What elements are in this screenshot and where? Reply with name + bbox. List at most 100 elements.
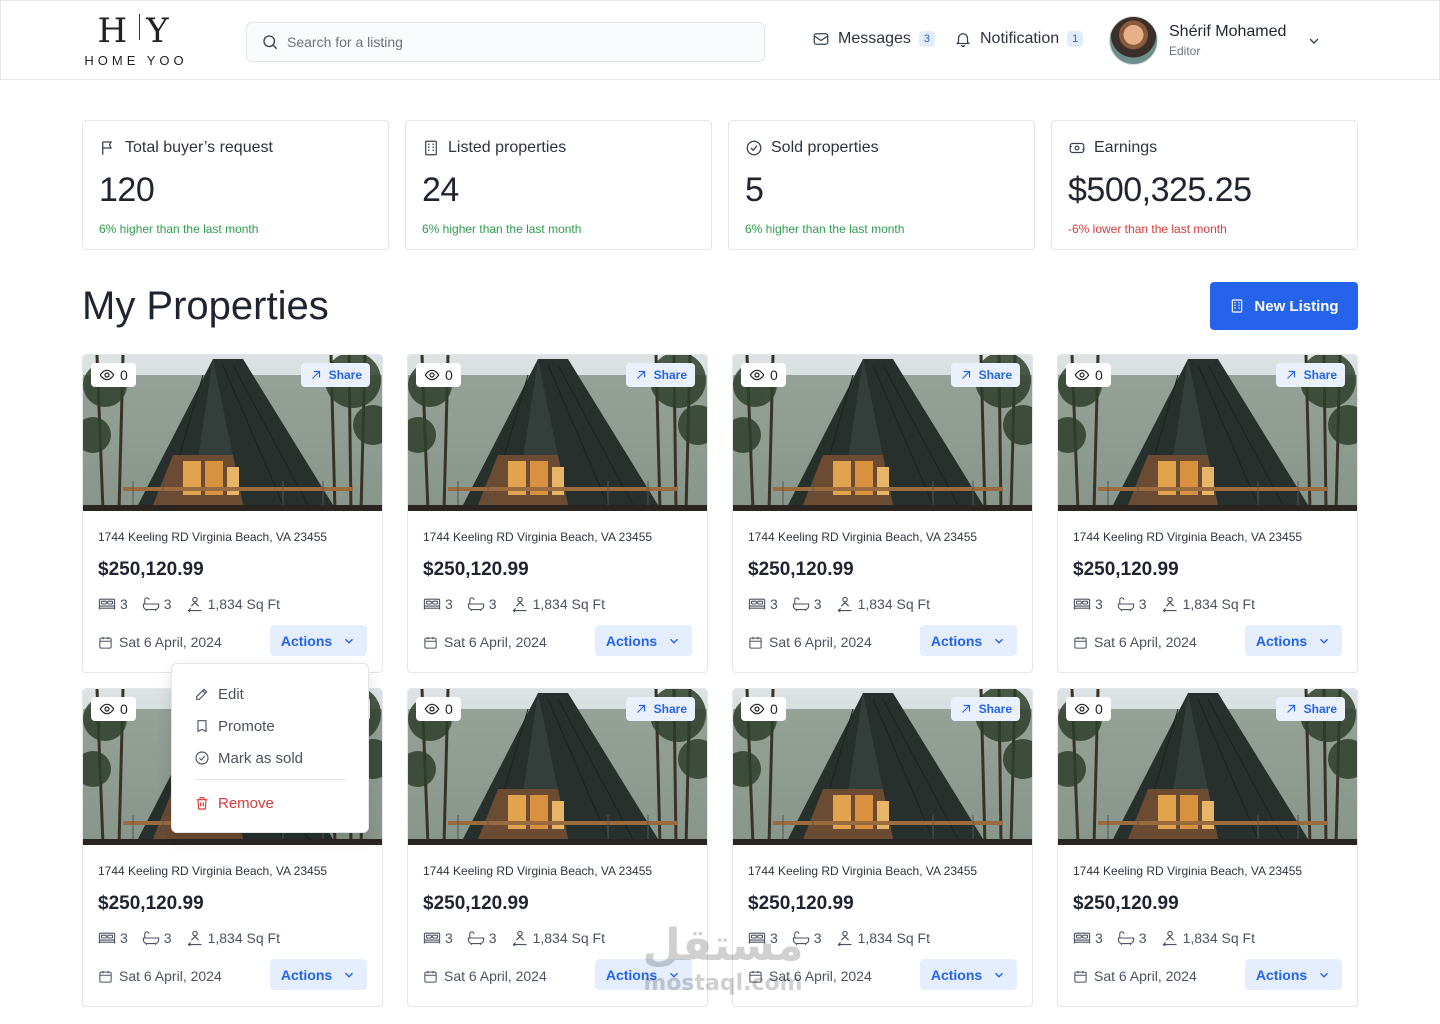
brand-logo[interactable]: HY HOME YOO	[81, 13, 191, 68]
menu-item-remove[interactable]: Remove	[194, 787, 368, 819]
area-feature: 1,834 Sq Ft	[836, 596, 930, 612]
area-size: 1,834 Sq Ft	[1182, 596, 1255, 612]
menu-item-promote[interactable]: Promote	[194, 710, 368, 742]
beds-count: 3	[1095, 930, 1103, 946]
share-label: Share	[328, 368, 362, 382]
listing-date: Sat 6 April, 2024	[1073, 968, 1197, 984]
property-card[interactable]: 0 Share 1744 Keeling RD Virginia Beach, …	[732, 354, 1033, 673]
views-count: 0	[770, 367, 778, 383]
messages-count-badge: 3	[918, 31, 935, 47]
actions-dropdown-button[interactable]: Actions	[595, 625, 692, 656]
eye-icon	[749, 703, 765, 715]
baths-count: 3	[163, 930, 172, 946]
actions-dropdown-button[interactable]: Actions	[920, 625, 1017, 656]
share-button[interactable]: Share	[1275, 697, 1345, 721]
baths-count: 3	[488, 596, 497, 612]
stat-trend-note: 6% higher than the last month	[99, 222, 259, 236]
beds-count: 3	[1095, 596, 1103, 612]
stat-card-earnings: Earnings $500,325.25 -6% lower than the …	[1051, 120, 1358, 250]
area-feature: 1,834 Sq Ft	[511, 596, 605, 612]
area-size: 1,834 Sq Ft	[207, 930, 280, 946]
share-label: Share	[978, 702, 1012, 716]
arrow-up-right-icon	[961, 704, 970, 713]
listing-date: Sat 6 April, 2024	[1073, 634, 1197, 650]
property-photo[interactable]: 0 Share	[733, 355, 1032, 511]
area-size: 1,834 Sq Ft	[857, 596, 930, 612]
menu-item-edit[interactable]: Edit	[194, 678, 368, 710]
eye-icon	[99, 703, 115, 715]
property-photo[interactable]: 0 Share	[1058, 689, 1357, 845]
area-size: 1,834 Sq Ft	[1182, 930, 1255, 946]
property-card[interactable]: 0 Share 1744 Keeling RD Virginia Beach, …	[1057, 688, 1358, 1007]
bathtub-icon	[467, 931, 484, 946]
area-ruler-icon	[1162, 596, 1177, 612]
stat-label: Earnings	[1094, 139, 1158, 156]
property-photo[interactable]: 0 Share	[1058, 355, 1357, 511]
share-button[interactable]: Share	[1275, 363, 1345, 387]
property-photo[interactable]: 0 Share	[408, 689, 707, 845]
views-count: 0	[1095, 701, 1103, 717]
views-badge: 0	[1066, 363, 1111, 387]
chevron-down-icon	[345, 638, 354, 644]
property-card[interactable]: 0 Share 1744 Keeling RD Virginia Beach, …	[1057, 354, 1358, 673]
area-feature: 1,834 Sq Ft	[1161, 596, 1255, 612]
share-button[interactable]: Share	[625, 363, 695, 387]
actions-dropdown-button[interactable]: Actions	[920, 959, 1017, 990]
user-profile-menu[interactable]: Shérif Mohamed Editor	[1109, 16, 1322, 65]
area-ruler-icon	[187, 596, 202, 612]
actions-dropdown-button[interactable]: Actions	[270, 959, 367, 990]
listing-date-text: Sat 6 April, 2024	[769, 634, 872, 650]
property-address: 1744 Keeling RD Virginia Beach, VA 23455	[423, 530, 653, 544]
property-card[interactable]: 0 Share 1744 Keeling RD Virginia Beach, …	[82, 354, 383, 673]
property-card[interactable]: 0 Share 1744 Keeling RD Virginia Beach, …	[407, 354, 708, 673]
calendar-icon	[424, 636, 437, 649]
property-photo[interactable]: 0 Share	[733, 689, 1032, 845]
chevron-down-icon	[995, 638, 1004, 644]
actions-dropdown-button[interactable]: Actions	[1245, 959, 1342, 990]
property-price: $250,120.99	[423, 559, 529, 580]
property-address: 1744 Keeling RD Virginia Beach, VA 23455	[1073, 864, 1303, 878]
arrow-up-right-icon	[1286, 370, 1295, 379]
property-photo[interactable]: 0 Share	[83, 355, 382, 511]
messages-icon	[813, 33, 829, 45]
stat-label: Total buyer’s request	[125, 139, 273, 156]
area-ruler-icon	[512, 930, 527, 946]
property-price: $250,120.99	[748, 559, 854, 580]
views-count: 0	[770, 701, 778, 717]
share-button[interactable]: Share	[300, 363, 370, 387]
notification-count-badge: 1	[1067, 31, 1084, 47]
stat-card-listed-properties: Listed properties 24 6% higher than the …	[405, 120, 712, 250]
area-feature: 1,834 Sq Ft	[511, 930, 605, 946]
share-button[interactable]: Share	[625, 697, 695, 721]
stat-label: Sold properties	[771, 139, 879, 156]
share-button[interactable]: Share	[950, 697, 1020, 721]
new-listing-button[interactable]: New Listing	[1210, 282, 1358, 330]
beds-count: 3	[770, 596, 778, 612]
property-price: $250,120.99	[1073, 893, 1179, 914]
bed-icon	[1073, 598, 1091, 610]
actions-dropdown-button[interactable]: Actions	[270, 625, 367, 656]
listing-date-text: Sat 6 April, 2024	[119, 968, 222, 984]
beds-count: 3	[120, 930, 128, 946]
baths-count: 3	[813, 596, 822, 612]
property-photo[interactable]: 0 Share	[408, 355, 707, 511]
search-input[interactable]	[287, 34, 727, 50]
baths-count: 3	[1138, 930, 1147, 946]
messages-link[interactable]: Messages 3	[812, 30, 935, 48]
menu-item-mark-as-sold[interactable]: Mark as sold	[194, 742, 368, 774]
user-role: Editor	[1169, 44, 1201, 58]
listing-date: Sat 6 April, 2024	[748, 634, 872, 650]
actions-label: Actions	[930, 966, 983, 983]
calendar-icon	[1074, 636, 1087, 649]
area-ruler-icon	[1162, 930, 1177, 946]
actions-dropdown-button[interactable]: Actions	[1245, 625, 1342, 656]
beds-feature: 3	[1073, 930, 1103, 946]
stat-value: 24	[422, 171, 459, 209]
share-button[interactable]: Share	[950, 363, 1020, 387]
property-features: 3 3 1,834 Sq Ft	[1073, 930, 1357, 946]
notification-link[interactable]: Notification 1	[954, 30, 1084, 48]
views-count: 0	[1095, 367, 1103, 383]
trash-icon	[196, 797, 208, 810]
baths-feature: 3	[142, 596, 172, 612]
area-feature: 1,834 Sq Ft	[186, 596, 280, 612]
